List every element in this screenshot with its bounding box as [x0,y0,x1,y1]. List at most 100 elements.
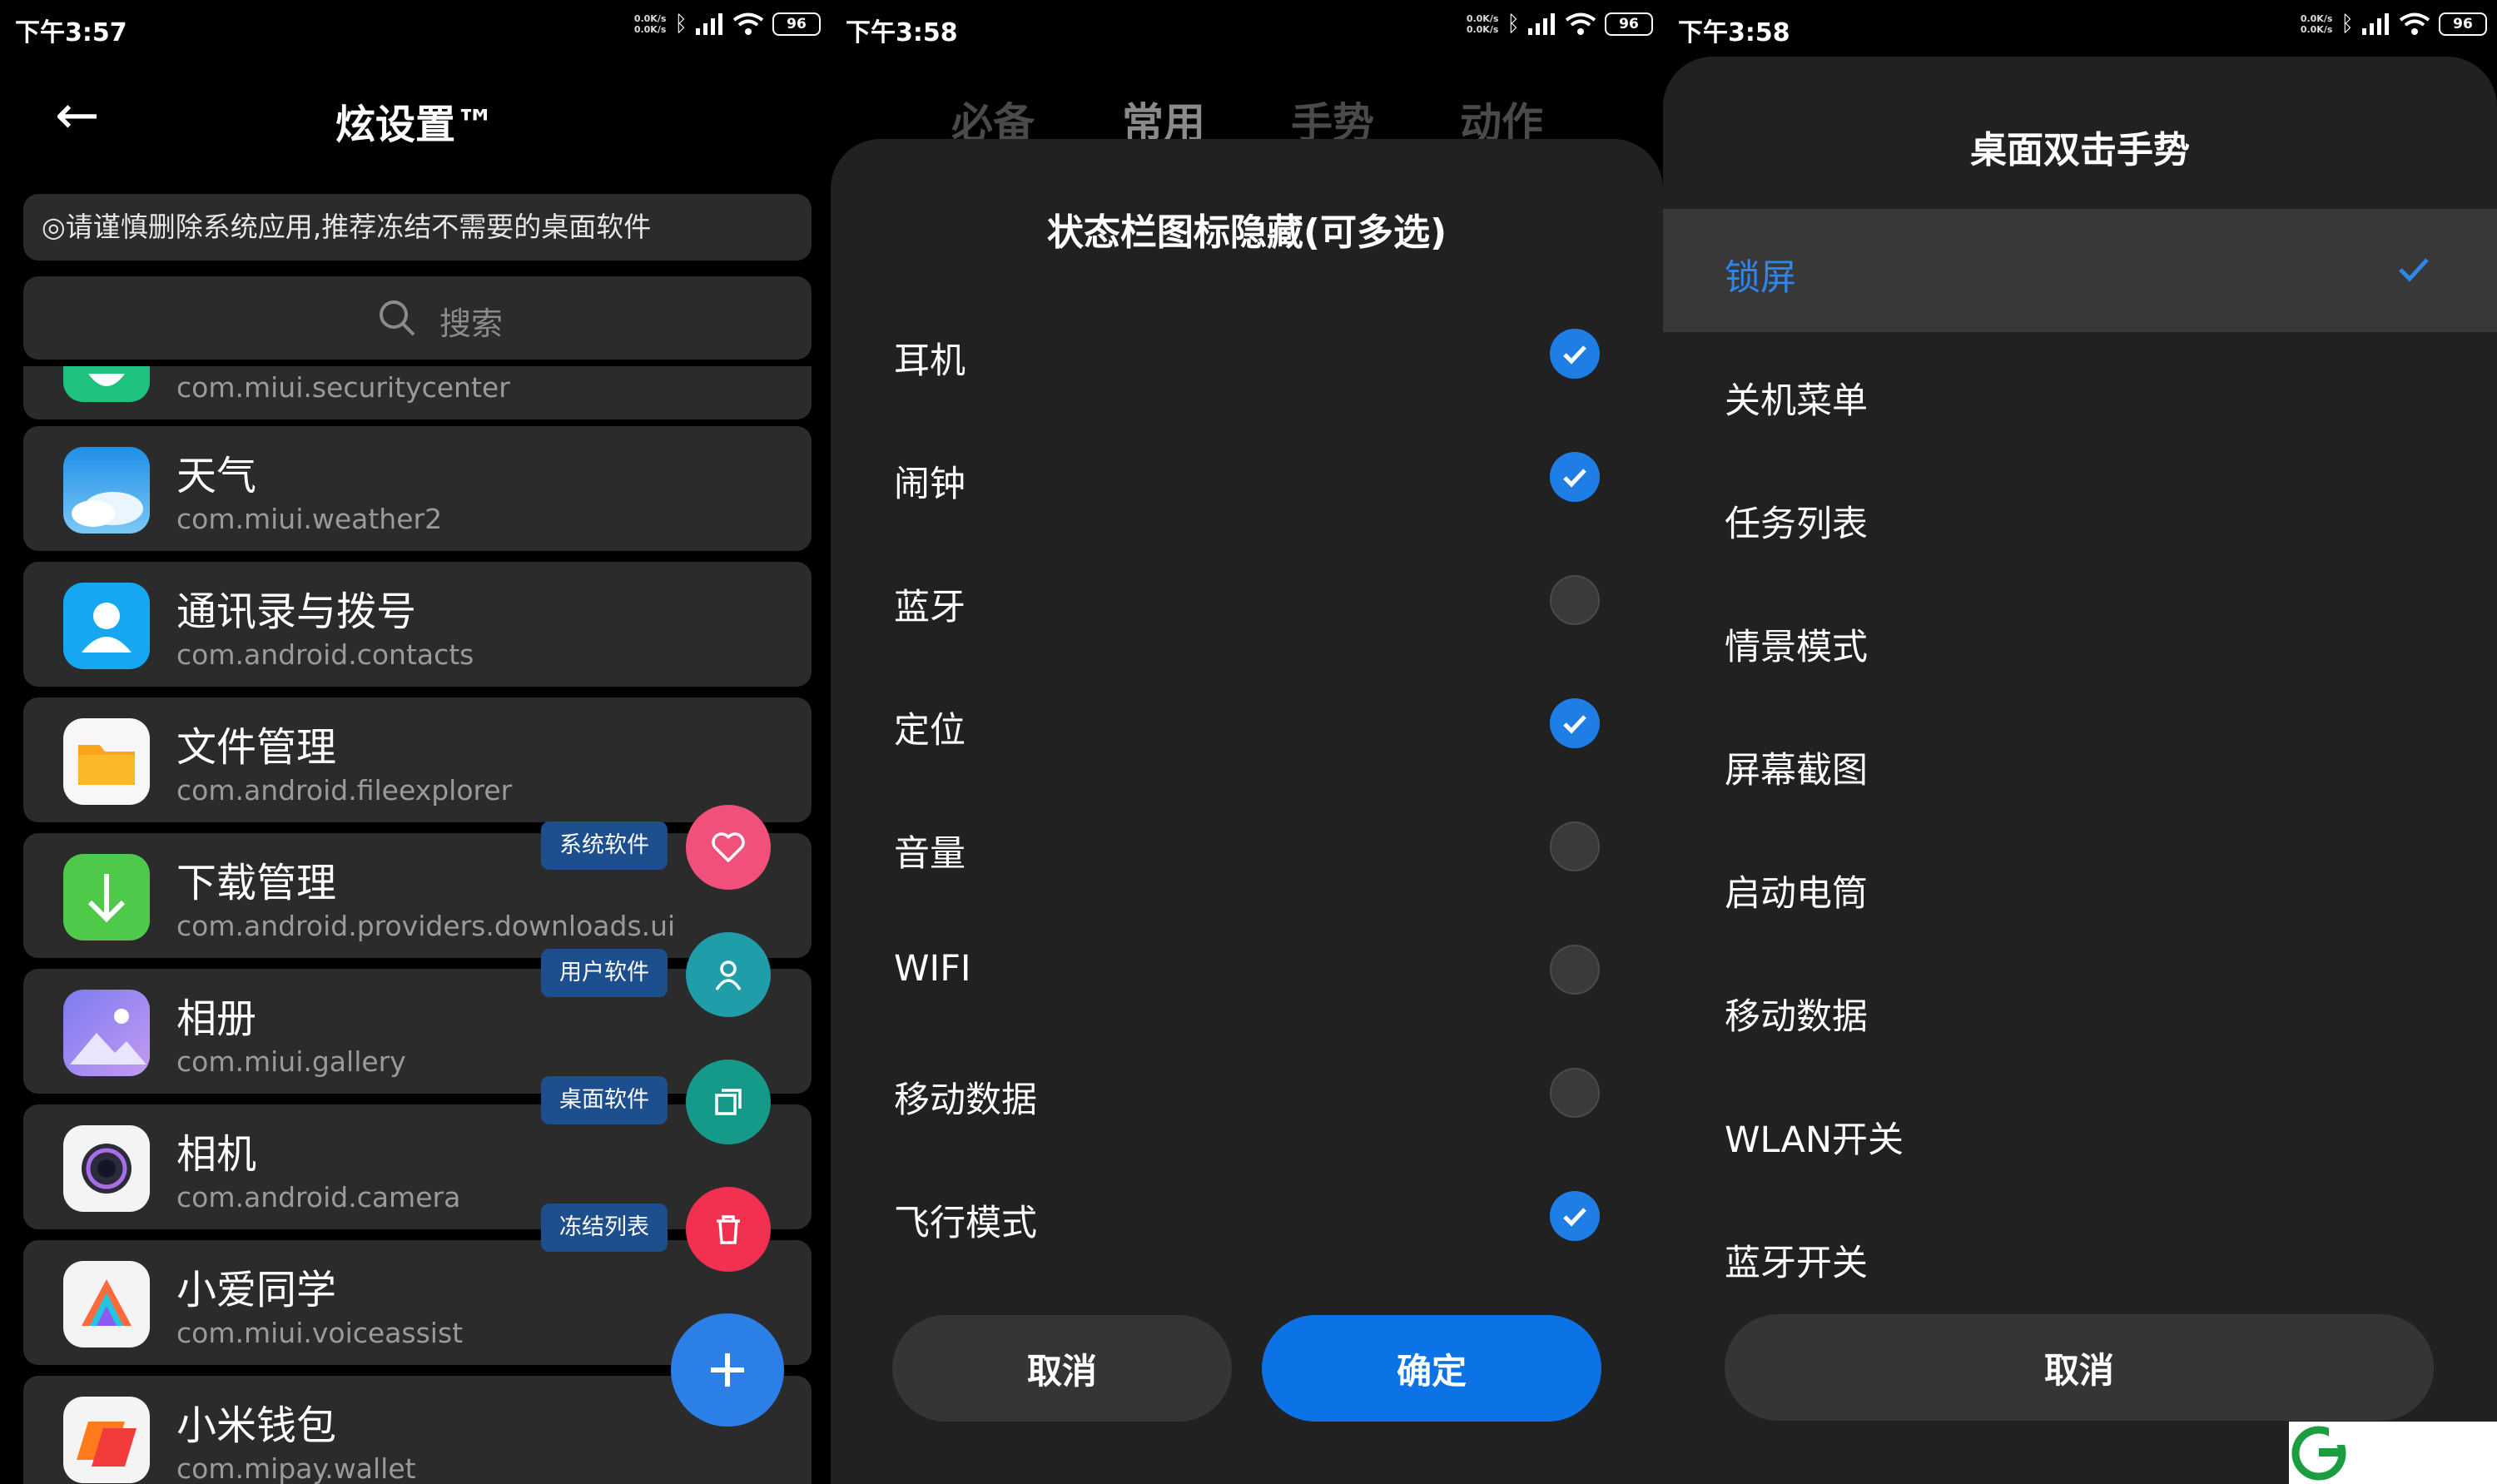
app-package: com.android.providers.downloads.ui [176,910,676,942]
app-name: 通讯录与拨号 [176,588,417,635]
bluetooth-icon: ᛒ [1507,12,1520,37]
option-label: 飞行模式 [894,1203,1037,1244]
voice-assistant-icon [63,1261,150,1348]
signal-icon [696,13,722,35]
copy-icon [715,1089,742,1115]
option-lock-screen[interactable]: 锁屏 [1663,209,2497,332]
option-task-list[interactable]: 任务列表 [1663,455,2497,578]
signal-icon [1528,13,1555,35]
warning-notice: ◎请谨慎删除系统应用,推荐冻结不需要的桌面软件 [23,194,812,261]
option-profile-mode[interactable]: 情景模式 [1663,578,2497,702]
checkbox-checked[interactable] [1550,329,1600,379]
gallery-icon [63,990,150,1076]
fab-desktop-apps[interactable] [686,1060,771,1144]
status-bar: 下午3:58 0.0K/s 0.0K/s ᛒ 96 [831,0,1663,57]
fab-main-button[interactable] [671,1313,784,1427]
list-item[interactable]: 天气 com.miui.weather2 [23,426,812,551]
dialog-title: 状态栏图标隐藏(可多选) [1046,211,1447,254]
wifi-icon [732,12,764,35]
option-label: 启动电筒 [1725,873,1868,915]
logo-icon [2291,1426,2347,1481]
option-flashlight[interactable]: 启动电筒 [1663,825,2497,948]
status-time: 下午3:58 [846,18,958,47]
fab-label-desktop-apps[interactable]: 桌面软件 [541,1076,668,1124]
option-location[interactable]: 定位 [831,662,1663,785]
list-item[interactable]: 文件管理 com.android.fileexplorer [23,697,812,822]
checkmark-icon [1563,469,1586,488]
option-label: 蓝牙 [894,587,966,628]
option-mobile-data[interactable]: 移动数据 [1663,948,2497,1071]
option-volume[interactable]: 音量 [831,785,1663,908]
option-label: 屏幕截图 [1725,750,1868,792]
confirm-button[interactable]: 确定 [1262,1315,1601,1422]
bluetooth-icon: ᛒ [2341,12,2354,37]
app-package: com.miui.weather2 [176,503,443,535]
app-name: 下载管理 [176,860,337,906]
search-icon [380,300,415,336]
user-icon [715,960,742,990]
option-label: 音量 [894,833,966,875]
bluetooth-icon: ᛒ [674,12,688,37]
battery-indicator: 96 [1605,12,1653,36]
search-bar[interactable]: 搜索 [23,276,812,360]
status-bar: 下午3:58 0.0K/s 0.0K/s ᛒ 96 [1663,0,2497,57]
option-label: 移动数据 [894,1079,1037,1121]
list-item[interactable]: com.miui.securitycenter [23,366,812,419]
app-name: 小米钱包 [176,1402,337,1449]
checkbox-checked[interactable] [1550,452,1600,502]
multi-select-dialog: 状态栏图标隐藏(可多选) 耳机 闹钟 蓝牙 定位 音量 WIFI 移动数据 飞行… [831,139,1663,1484]
checkmark-icon [1563,715,1586,734]
signal-icon [2362,13,2389,35]
option-airplane-mode[interactable]: 飞行模式 [831,1154,1663,1278]
option-label: 蓝牙开关 [1725,1243,1868,1284]
download-icon [63,854,150,941]
trash-icon [717,1215,740,1244]
app-package: com.android.camera [176,1181,461,1214]
status-bar-icon-dialog-screen: 下午3:58 0.0K/s 0.0K/s ᛒ 96 必备 常用 手势 动作 状态栏… [831,0,1663,1484]
option-bluetooth-toggle[interactable]: 蓝牙开关 [1663,1194,2497,1318]
contacts-icon [63,583,150,669]
fab-frozen-list[interactable] [686,1187,771,1272]
checkbox-unchecked[interactable] [1550,1068,1600,1118]
folder-icon [63,718,150,805]
app-list[interactable]: com.miui.securitycenter 天气 com.miui.weat… [23,366,812,1484]
camera-icon [63,1125,150,1212]
option-wifi[interactable]: WIFI [831,908,1663,1031]
plus-icon [711,1353,744,1387]
checkbox-unchecked[interactable] [1550,821,1600,871]
option-mobile-data[interactable]: 移动数据 [831,1031,1663,1154]
checkbox-unchecked[interactable] [1550,575,1600,625]
page-title: 炫设置™ [335,102,495,148]
search-placeholder: 搜索 [439,305,504,342]
network-speed: 0.0K/s 0.0K/s [1466,13,1499,35]
fab-label-system-apps[interactable]: 系统软件 [541,821,668,870]
option-label: 关机菜单 [1725,380,1868,422]
status-time: 下午3:57 [15,18,127,47]
app-name: 相机 [176,1131,257,1178]
checkbox-unchecked[interactable] [1550,945,1600,995]
cancel-button[interactable]: 取消 [1725,1314,2434,1421]
option-alarm[interactable]: 闹钟 [831,415,1663,539]
fab-label-frozen-list[interactable]: 冻结列表 [541,1204,668,1252]
single-select-dialog: 桌面双击手势 锁屏 关机菜单 任务列表 情景模式 屏幕截图 启动电筒 移动数据 … [1663,57,2497,1484]
app-package: com.android.contacts [176,638,474,671]
option-label: 定位 [894,710,966,752]
battery-indicator: 96 [772,12,821,36]
fab-user-apps[interactable] [686,932,771,1017]
option-screenshot[interactable]: 屏幕截图 [1663,702,2497,825]
option-label: 任务列表 [1725,504,1868,545]
option-power-menu[interactable]: 关机菜单 [1663,332,2497,455]
checkbox-checked[interactable] [1550,1191,1600,1241]
option-wlan-toggle[interactable]: WLAN开关 [1663,1071,2497,1194]
list-item[interactable]: 通讯录与拨号 com.android.contacts [23,562,812,687]
option-label: 耳机 [894,340,966,382]
app-package: com.miui.voiceassist [176,1317,464,1349]
option-bluetooth[interactable]: 蓝牙 [831,539,1663,662]
app-name: 文件管理 [176,724,337,771]
checkbox-checked[interactable] [1550,698,1600,748]
double-tap-gesture-screen: 下午3:58 0.0K/s 0.0K/s ᛒ 96 桌面双击手势 锁屏 关机菜单 … [1663,0,2497,1484]
option-headphones[interactable]: 耳机 [831,292,1663,415]
fab-system-apps[interactable] [686,805,771,890]
fab-label-user-apps[interactable]: 用户软件 [541,949,668,997]
cancel-button[interactable]: 取消 [892,1315,1232,1422]
